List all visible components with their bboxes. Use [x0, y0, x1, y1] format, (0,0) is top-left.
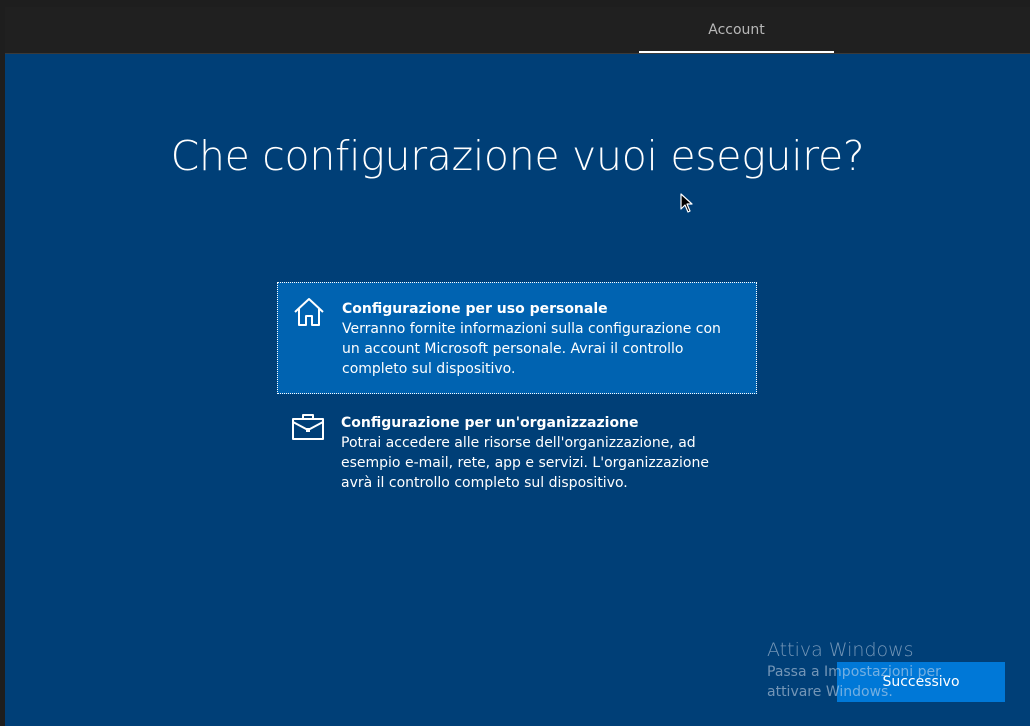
- option-organization-title: Configurazione per un'organizzazione: [341, 415, 639, 431]
- briefcase-icon: [291, 409, 325, 443]
- option-organization[interactable]: Configurazione per un'organizzazione Pot…: [277, 397, 757, 507]
- top-navigation-bar: Account: [5, 7, 1030, 54]
- tab-account[interactable]: Account: [639, 7, 834, 53]
- option-personal-title: Configurazione per uso personale: [342, 301, 608, 317]
- setup-page: Che configurazione vuoi eseguire? Config…: [5, 54, 1030, 726]
- page-title: Che configurazione vuoi eseguire?: [170, 132, 865, 180]
- oobe-window: Account Che configurazione vuoi eseguire…: [0, 0, 1030, 726]
- tab-account-label: Account: [708, 22, 765, 38]
- watermark-title: Attiva Windows: [767, 639, 914, 661]
- home-icon: [292, 295, 326, 329]
- mouse-pointer-icon: [680, 193, 693, 213]
- option-organization-description: Potrai accedere alle risorse dell'organi…: [341, 435, 709, 491]
- next-button[interactable]: Successivo: [837, 662, 1005, 702]
- option-personal-description: Verranno fornite informazioni sulla conf…: [342, 321, 721, 377]
- option-personal-use[interactable]: Configurazione per uso personale Verrann…: [277, 282, 757, 394]
